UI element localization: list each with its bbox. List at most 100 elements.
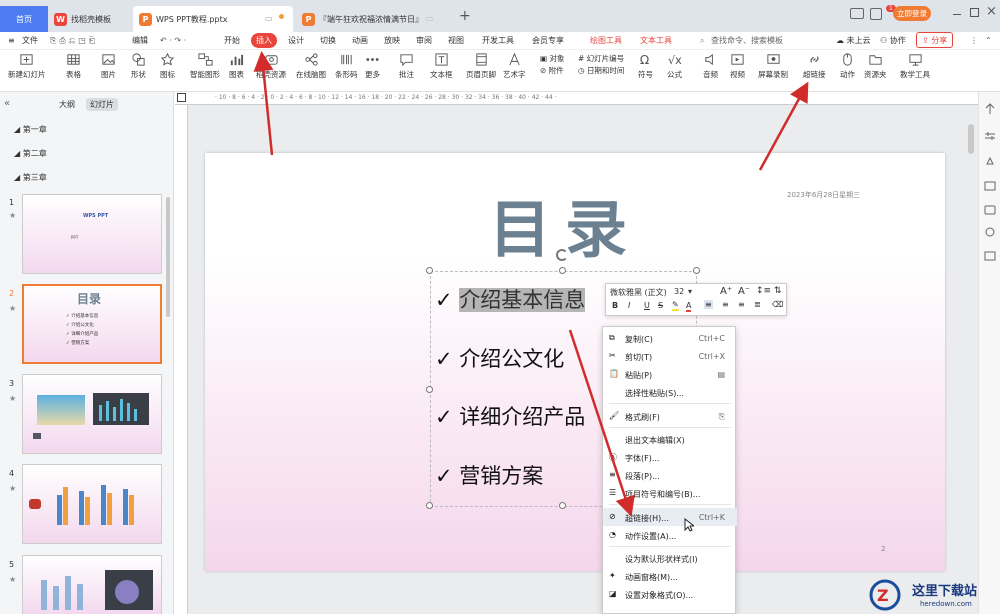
window-icon[interactable] xyxy=(870,8,882,20)
docer-resource-button[interactable]: 稻壳资源 xyxy=(256,52,286,80)
menu-file[interactable]: 文件 xyxy=(22,34,38,48)
slide-thumb-5[interactable] xyxy=(22,555,162,614)
strike-button[interactable]: S xyxy=(658,301,663,310)
font-grow-button[interactable]: A⁺ xyxy=(720,286,732,297)
attachment-button[interactable]: ⊘ 附件 xyxy=(540,65,564,77)
tab-home[interactable]: 首页 xyxy=(0,6,48,32)
mindmap-button[interactable]: 在线脑图 xyxy=(296,52,326,80)
rotate-handle-icon[interactable] xyxy=(556,249,568,261)
panel-scrollbar[interactable] xyxy=(166,197,170,317)
smartart-button[interactable]: 智能图形 xyxy=(190,52,220,80)
collapse-ribbon-icon[interactable]: ⌃ xyxy=(985,34,992,48)
layout-icon[interactable] xyxy=(850,8,864,19)
menu-view[interactable]: 视图 xyxy=(448,34,464,48)
resize-handle[interactable] xyxy=(559,502,566,509)
picture-button[interactable]: 图片 xyxy=(101,52,116,80)
resize-handle[interactable] xyxy=(426,502,433,509)
menu-drawing-tools[interactable]: 绘图工具 xyxy=(590,34,622,48)
menu-copy[interactable]: ⧉ 复制(C) Ctrl+C xyxy=(603,329,737,347)
clear-format-icon[interactable]: ⌫ xyxy=(772,300,783,309)
resize-handle[interactable] xyxy=(693,267,700,274)
minimize-icon[interactable] xyxy=(953,14,961,15)
chart-button[interactable]: 图表 xyxy=(229,52,244,80)
align-right-icon[interactable]: ≡ xyxy=(738,300,745,309)
menu-review[interactable]: 审阅 xyxy=(416,34,432,48)
vertical-ruler[interactable] xyxy=(175,105,188,614)
menu-format-painter[interactable]: 🖌 格式刷(F) ⎘ xyxy=(603,407,737,425)
action-button[interactable]: 动作 xyxy=(840,52,855,80)
resize-handle[interactable] xyxy=(426,386,433,393)
new-tab-button[interactable]: + xyxy=(459,8,471,24)
section-1[interactable]: ◢ 第一章 xyxy=(14,124,47,135)
justify-icon[interactable]: ≣ xyxy=(754,300,761,309)
menu-paragraph[interactable]: ≡ 段落(P)... xyxy=(603,466,737,484)
table-button[interactable]: 表格 xyxy=(66,52,81,80)
menu-animation[interactable]: 动画 xyxy=(352,34,368,48)
header-footer-button[interactable]: 页眉页脚 xyxy=(466,52,496,80)
menu-font[interactable]: Ⓐ 字体(F)... xyxy=(603,448,737,466)
object-button[interactable]: ▣ 对象 xyxy=(540,53,564,65)
more-button[interactable]: 更多 xyxy=(365,52,380,80)
comment-button[interactable]: 批注 xyxy=(399,52,414,80)
section-3[interactable]: ◢ 第三章 xyxy=(14,172,47,183)
slide-thumb-3[interactable] xyxy=(22,374,162,454)
tab-template[interactable]: W 找稻壳模板 xyxy=(48,6,134,32)
menu-bullets[interactable]: ☰ 项目符号和编号(B)... xyxy=(603,484,737,502)
cloud-status[interactable]: ☁ 未上云 xyxy=(836,34,871,48)
share-button[interactable]: ⇪ 分享 xyxy=(916,32,954,48)
menu-insert[interactable]: 插入 xyxy=(251,33,277,48)
section-2[interactable]: ◢ 第二章 xyxy=(14,148,47,159)
menu-object-format[interactable]: ◪ 设置对象格式(O)... xyxy=(603,585,737,603)
font-shrink-button[interactable]: A⁻ xyxy=(738,286,750,297)
shape-button[interactable]: 形状 xyxy=(131,52,146,80)
menu-developer[interactable]: 开发工具 xyxy=(482,34,514,48)
tab-outline[interactable]: 大纲 xyxy=(59,99,75,110)
ruler-tab-icon[interactable] xyxy=(177,93,186,102)
menu-exit-edit[interactable]: 退出文本编辑(X) xyxy=(603,430,737,448)
slide-thumb-2[interactable]: 目录 ✓ 介绍基本信息 ✓ 介绍公文化 ✓ 详细介绍产品 ✓ 营销方案 xyxy=(22,284,162,364)
hyperlink-button[interactable]: 超链接 xyxy=(803,52,826,80)
resize-handle[interactable] xyxy=(426,267,433,274)
paste-option-icon[interactable]: ▤ xyxy=(717,370,725,379)
menu-paste[interactable]: 📋 粘贴(P) ▤ xyxy=(603,365,737,383)
list-item[interactable]: ✓ 营销方案 xyxy=(435,460,543,490)
resize-handle[interactable] xyxy=(559,267,566,274)
format-painter-option-icon[interactable]: ⎘ xyxy=(719,412,725,422)
menu-slideshow[interactable]: 放映 xyxy=(384,34,400,48)
menu-vip[interactable]: 会员专享 xyxy=(532,34,564,48)
workspace-scrollbar[interactable] xyxy=(968,124,974,154)
screen-record-button[interactable]: 屏幕录制 xyxy=(758,52,788,80)
menu-paste-special[interactable]: 选择性粘贴(S)... xyxy=(603,383,737,401)
list-item-text-selected[interactable]: 介绍基本信息 xyxy=(459,288,586,312)
formula-button[interactable]: √x 公式 xyxy=(667,52,682,80)
list-item[interactable]: ✓ 介绍公文化 xyxy=(435,343,564,373)
horizontal-ruler[interactable]: · 10 · 8 · 6 · 4 · 2 · 0 · 2 · 4 · 6 · 8… xyxy=(175,92,978,105)
underline-button[interactable]: U xyxy=(644,301,650,310)
slide-thumb-1[interactable]: WPS PPT PPT xyxy=(22,194,162,274)
italic-button[interactable]: I xyxy=(628,301,630,310)
collab-button[interactable]: ⚇ 协作 xyxy=(880,34,906,48)
font-color-button[interactable]: A xyxy=(686,301,692,312)
tab-slides[interactable]: 幻灯片 xyxy=(86,98,118,111)
maximize-icon[interactable] xyxy=(970,8,979,17)
menu-start[interactable]: 开始 xyxy=(224,34,240,48)
collapse-panel-icon[interactable]: « xyxy=(4,98,10,109)
audio-button[interactable]: 音频 xyxy=(703,52,718,80)
slide-thumb-4[interactable] xyxy=(22,464,162,544)
bold-button[interactable]: B xyxy=(612,301,618,310)
login-button[interactable]: 立即登录 xyxy=(893,6,931,21)
text-direction-icon[interactable]: ⇅ xyxy=(774,286,782,296)
menu-cut[interactable]: ✂ 剪切(T) Ctrl+X xyxy=(603,347,737,365)
line-spacing-icon[interactable]: ↕≡ xyxy=(756,286,771,296)
list-item[interactable]: ✓ 介绍基本信息 xyxy=(435,284,586,314)
list-item[interactable]: ✓ 详细介绍产品 xyxy=(435,401,585,431)
symbol-button[interactable]: Ω 符号 xyxy=(638,52,653,80)
hamburger-icon[interactable]: ≡ xyxy=(8,34,15,48)
menu-action-settings[interactable]: ◔ 动作设置(A)... xyxy=(603,526,737,544)
menu-transition[interactable]: 切换 xyxy=(320,34,336,48)
quick-access-icons[interactable]: ⎘⎙⎌◳⎗ xyxy=(50,34,98,48)
menu-edit[interactable]: 编辑 xyxy=(132,34,148,48)
barcode-button[interactable]: 条形码 xyxy=(335,52,358,80)
menu-animation-pane[interactable]: ✦ 动画窗格(M)... xyxy=(603,567,737,585)
slide-canvas[interactable]: 目录 2023年6月28日星期三 ✓ 介绍基本信息 ✓ 介绍公文化 ✓ 详细介绍… xyxy=(205,153,945,571)
